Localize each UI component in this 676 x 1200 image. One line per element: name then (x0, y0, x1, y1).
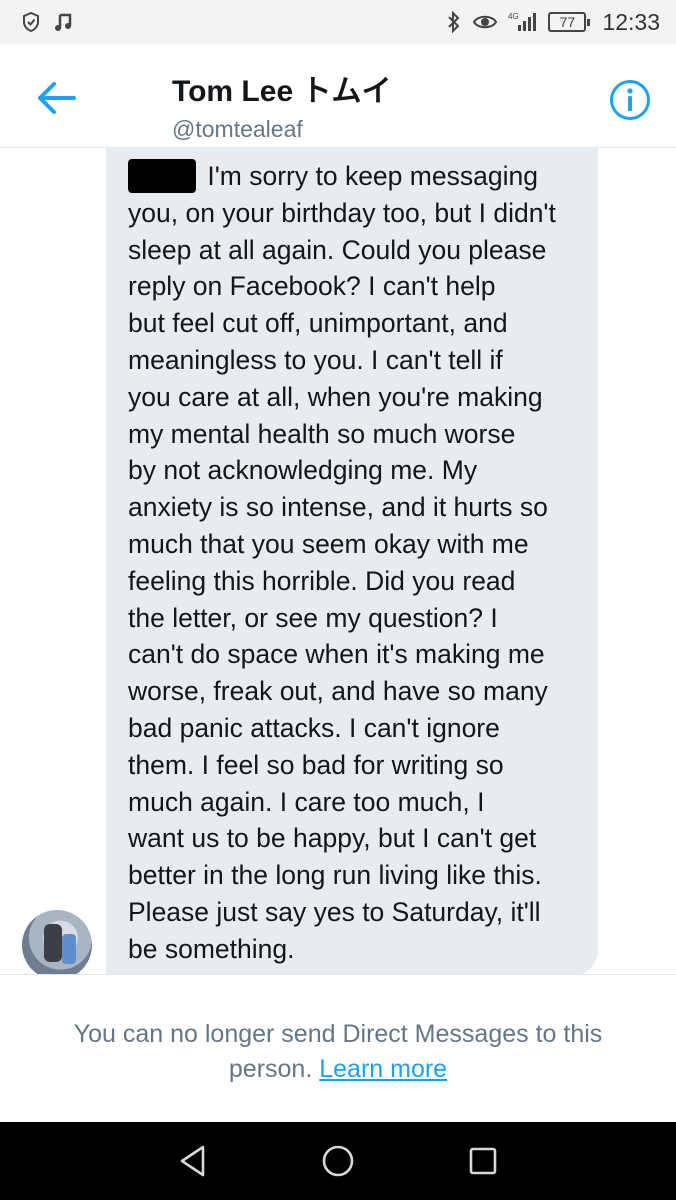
message-line: but feel cut off, unimportant, and (128, 308, 508, 339)
info-icon[interactable] (608, 78, 652, 122)
notice-text-line1: You can no longer send Direct Messages t… (73, 1020, 603, 1048)
message-line: much again. I care too much, I (128, 786, 485, 817)
conversation-header: Tom Lee トムイ @tomtealeaf (0, 44, 676, 148)
message-line: much that you seem okay with me (128, 528, 529, 559)
message-line: you care at all, when you're making (128, 381, 543, 412)
message-line-text: I'm sorry to keep messaging (207, 161, 538, 191)
message-line: you, on your birthday too, but I didn't (128, 197, 556, 228)
message-line: want us to be happy, but I can't get (128, 823, 537, 854)
network-label: 4G (508, 12, 519, 21)
back-arrow-icon[interactable] (34, 78, 78, 118)
message-line: anxiety is so intense, and it hurts so (128, 492, 548, 523)
navigation-bar (0, 1122, 676, 1200)
message-line: feeling this horrible. Did you read (128, 565, 516, 596)
message-line: can't do space when it's making me (128, 639, 545, 670)
signal-icon: 4G (508, 11, 538, 33)
clock: 12:33 (602, 8, 660, 35)
message-line: I'm sorry to keep messaging (128, 158, 580, 195)
message-line: worse, freak out, and have so many (128, 676, 548, 707)
back-triangle-icon[interactable] (171, 1139, 215, 1183)
contact-handle: @tomtealeaf (172, 116, 303, 142)
recents-square-icon[interactable] (461, 1139, 505, 1183)
message-line: the letter, or see my question? I (128, 602, 498, 633)
eye-icon (472, 12, 498, 32)
redacted-name-block (128, 159, 196, 193)
contact-title-block[interactable]: Tom Lee トムイ @tomtealeaf (172, 66, 391, 143)
message-line: my mental health so much worse (128, 418, 516, 449)
dm-disabled-notice: You can no longer send Direct Messages t… (0, 974, 676, 1122)
message-thread[interactable]: I'm sorry to keep messaging you, on your… (0, 148, 676, 980)
message-line: bad panic attacks. I can't ignore (128, 712, 500, 743)
contact-name: Tom Lee トムイ (172, 75, 392, 108)
bluetooth-icon (446, 10, 462, 34)
message-line: sleep at all again. Could you please (128, 234, 547, 265)
shield-icon (20, 11, 42, 33)
avatar-figure (44, 924, 62, 962)
battery-indicator: 77 (548, 12, 591, 32)
notice-text-line2: person. (228, 1055, 313, 1083)
message-line: Please just say yes to Saturday, it'll (128, 896, 541, 927)
music-note-icon (52, 11, 74, 33)
message-bubble[interactable]: I'm sorry to keep messaging you, on your… (106, 148, 598, 976)
message-line: by not acknowledging me. My (128, 455, 478, 486)
status-left (20, 11, 74, 33)
avatar[interactable] (22, 910, 92, 980)
avatar-figure-accent (62, 934, 76, 964)
learn-more-link[interactable]: Learn more (319, 1055, 447, 1083)
home-circle-icon[interactable] (316, 1139, 360, 1183)
message-line: be something. (128, 933, 295, 964)
message-line: meaningless to you. I can't tell if (128, 344, 503, 375)
status-bar: 4G 77 12:33 (0, 0, 676, 44)
message-line: reply on Facebook? I can't help (128, 271, 496, 302)
message-line: better in the long run living like this. (128, 860, 542, 891)
battery-level: 77 (559, 14, 576, 30)
status-right: 4G 77 12:33 (446, 9, 660, 36)
message-line: them. I feel so bad for writing so (128, 749, 504, 780)
